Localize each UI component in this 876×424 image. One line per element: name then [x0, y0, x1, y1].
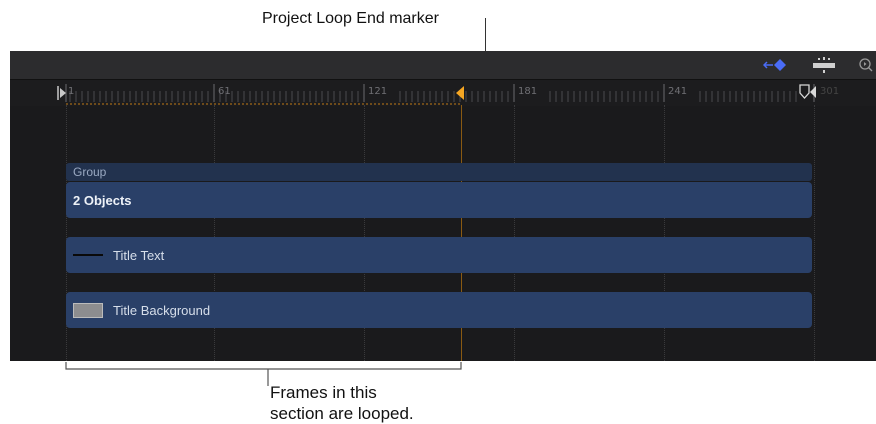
thumbnail-icon [73, 302, 103, 318]
project-loop-end-marker[interactable] [455, 86, 465, 100]
title-background-bar[interactable]: Title Background [66, 292, 812, 328]
group-objects-bar[interactable]: 2 Objects [66, 182, 812, 218]
title-text-label: Title Text [113, 247, 165, 263]
timeline-ruler[interactable]: 1 61 121 181 241 301 [10, 79, 876, 106]
loop-section-callout: Frames in this section are looped. [270, 382, 414, 424]
text-layer-icon [73, 254, 103, 256]
objects-count-label: 2 Objects [73, 192, 132, 208]
ruler-label: 121 [368, 86, 388, 97]
gridline [814, 105, 815, 361]
callout-line: Frames in this [270, 383, 377, 402]
ruler-label: 301 [820, 86, 840, 97]
timeline-panel: 1 61 121 181 241 301 Group 2 Objects Tit… [10, 51, 876, 361]
zoom-icon[interactable] [856, 51, 876, 79]
title-background-label: Title Background [113, 302, 211, 318]
snapping-icon[interactable] [810, 51, 838, 79]
keyframe-diamond-icon[interactable] [762, 51, 794, 79]
ruler-label: 61 [218, 86, 231, 97]
ruler-label: 1 [68, 86, 75, 97]
timeline-toolbar [10, 51, 876, 79]
callout-line: section are looped. [270, 404, 414, 423]
play-range-end-marker[interactable] [799, 84, 819, 100]
ruler-label: 181 [518, 86, 538, 97]
group-track-header[interactable]: Group [66, 163, 812, 181]
ruler-label: 241 [668, 86, 688, 97]
title-text-bar[interactable]: Title Text [66, 237, 812, 273]
loop-end-callout: Project Loop End marker [262, 10, 439, 27]
